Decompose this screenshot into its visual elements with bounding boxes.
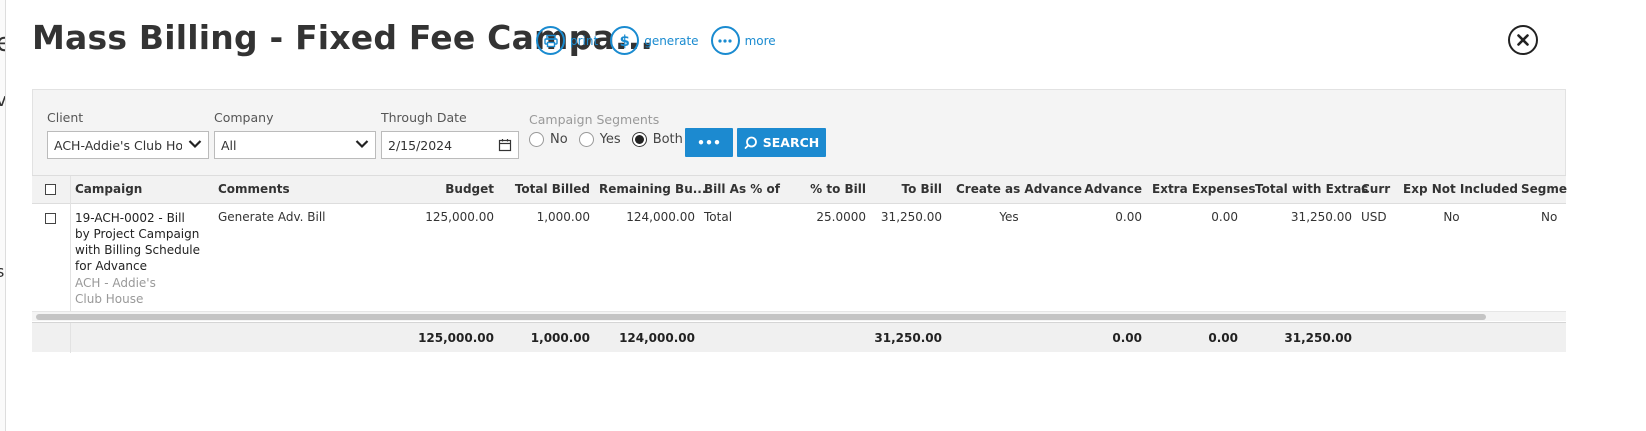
- ellipsis-icon: [710, 26, 740, 55]
- header-currency[interactable]: Curr: [1361, 182, 1390, 196]
- generate-label: generate: [644, 33, 699, 48]
- row-segments: No: [1541, 210, 1558, 224]
- close-button[interactable]: [1508, 25, 1538, 55]
- radio-no[interactable]: [529, 132, 544, 147]
- client-select[interactable]: ACH-Addie's Club House: [47, 131, 209, 159]
- header-campaign[interactable]: Campaign: [75, 182, 142, 196]
- chevron-down-icon: [355, 140, 369, 149]
- segment-option-both-label: Both: [652, 132, 683, 147]
- total-remaining-budget: 124,000.00: [619, 331, 695, 345]
- company-label: Company: [214, 110, 274, 125]
- more-filters-label: •••: [697, 135, 721, 150]
- company-select-value: All: [221, 138, 237, 153]
- header-create-as-advance[interactable]: Create as Advance: [956, 182, 1082, 196]
- column-divider: [70, 204, 71, 311]
- row-create-as-advance: Yes: [999, 210, 1019, 224]
- row-remaining-budget: 124,000.00: [626, 210, 695, 224]
- total-advance: 0.00: [1112, 331, 1142, 345]
- table-row[interactable]: 19-ACH-0002 - Bill by Project Campaign w…: [32, 204, 1566, 311]
- radio-both[interactable]: [631, 132, 647, 147]
- print-action[interactable]: print: [536, 26, 598, 55]
- header-to-bill[interactable]: To Bill: [868, 182, 943, 196]
- row-budget: 125,000.00: [425, 210, 494, 224]
- calendar-icon[interactable]: [498, 138, 512, 152]
- header-pct-to-bill[interactable]: % to Bill: [776, 182, 866, 196]
- row-comments: Generate Adv. Bill: [218, 210, 326, 224]
- campaign-segments-label: Campaign Segments: [529, 112, 660, 127]
- header-comments[interactable]: Comments: [218, 182, 290, 196]
- table-header-row: Campaign Comments Budget Total Billed Re…: [32, 175, 1567, 205]
- dollar-icon: $: [610, 26, 640, 55]
- client-select-value: ACH-Addie's Club House: [54, 138, 182, 153]
- row-extra-expenses: 0.00: [1211, 210, 1238, 224]
- column-divider: [70, 176, 71, 205]
- header-total-billed[interactable]: Total Billed: [498, 182, 590, 196]
- select-all-checkbox[interactable]: [45, 184, 56, 195]
- total-billed: 1,000.00: [530, 331, 590, 345]
- row-checkbox[interactable]: [45, 213, 56, 224]
- header-segments[interactable]: Segme: [1521, 182, 1567, 196]
- row-advance: 0.00: [1115, 210, 1142, 224]
- close-icon: [1517, 34, 1529, 46]
- header-budget[interactable]: Budget: [384, 182, 494, 196]
- company-select[interactable]: All: [214, 131, 376, 159]
- header-remaining-budget[interactable]: Remaining Bu...: [599, 182, 706, 196]
- more-filters-button[interactable]: •••: [685, 128, 733, 157]
- total-with-extras: 31,250.00: [1284, 331, 1352, 345]
- printer-icon: [536, 26, 565, 55]
- client-label: Client: [47, 110, 84, 125]
- filter-panel: Client ACH-Addie's Club House Company Al…: [32, 89, 1566, 175]
- total-to-bill: 31,250.00: [874, 331, 942, 345]
- row-exp-not-included: No: [1443, 210, 1460, 224]
- segment-option-yes-label: Yes: [599, 132, 621, 147]
- header-advance[interactable]: Advance: [1072, 182, 1142, 196]
- row-bill-as-pct: Total: [704, 210, 733, 224]
- mass-billing-modal: Mass Billing - Fixed Fee Campa... print …: [8, 0, 1646, 431]
- through-date-value: 2/15/2024: [388, 138, 453, 153]
- header-extra-expenses[interactable]: Extra Expenses: [1152, 182, 1256, 196]
- search-icon: [744, 136, 757, 149]
- more-label: more: [744, 33, 776, 48]
- row-to-bill: 31,250.00: [880, 210, 942, 224]
- header-actions: print $ generate more: [536, 26, 788, 55]
- through-date-input[interactable]: 2/15/2024: [381, 131, 519, 159]
- through-date-label: Through Date: [381, 110, 467, 125]
- totals-row: 125,000.00 1,000.00 124,000.00 31,250.00…: [32, 322, 1566, 353]
- row-pct-to-bill: 25.0000: [816, 210, 866, 224]
- background-page-edge: e v s: [0, 0, 6, 431]
- segment-option-no-label: No: [550, 132, 568, 147]
- search-button-label: SEARCH: [762, 135, 820, 150]
- segment-option-yes[interactable]: Yes: [578, 132, 621, 147]
- row-total-with-extras: 31,250.00: [1290, 210, 1352, 224]
- more-action[interactable]: more: [710, 26, 776, 55]
- row-campaign-client: ACH - Addie's Club House: [75, 276, 156, 306]
- segment-option-both[interactable]: Both: [631, 132, 683, 147]
- header-total-with-extras[interactable]: Total with Extras: [1255, 182, 1368, 196]
- campaign-segments-radio-group: No Yes Both: [529, 132, 694, 147]
- header-bill-as-pct[interactable]: Bill As % of: [704, 182, 780, 196]
- segment-option-no[interactable]: No: [529, 132, 568, 147]
- scrollbar-thumb[interactable]: [36, 314, 1486, 320]
- row-currency: USD: [1361, 210, 1387, 224]
- row-campaign: 19-ACH-0002 - Bill by Project Campaign w…: [75, 211, 201, 273]
- horizontal-scrollbar[interactable]: [32, 311, 1566, 321]
- radio-yes[interactable]: [578, 132, 594, 147]
- search-button[interactable]: SEARCH: [737, 128, 826, 157]
- row-total-billed: 1,000.00: [536, 210, 590, 224]
- generate-action[interactable]: $ generate: [610, 26, 699, 55]
- chevron-down-icon: [188, 140, 202, 149]
- header-exp-not-included[interactable]: Exp Not Included: [1403, 182, 1518, 196]
- column-divider: [70, 323, 71, 353]
- total-budget: 125,000.00: [418, 331, 494, 345]
- total-extra-expenses: 0.00: [1208, 331, 1238, 345]
- print-label: print: [570, 33, 599, 48]
